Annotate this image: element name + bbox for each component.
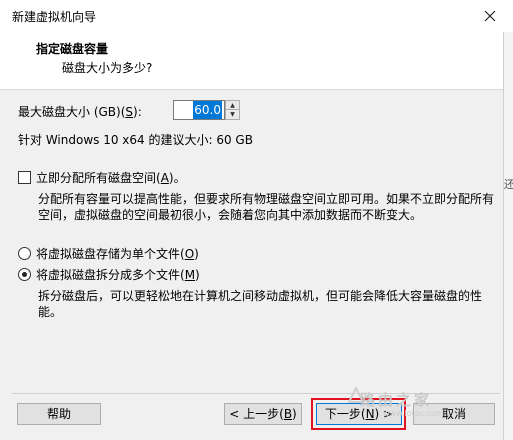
back-button[interactable]: < 上一步(B) [224, 403, 302, 425]
single-file-label: 将虚拟磁盘存储为单个文件(O) [36, 247, 199, 261]
watermark-url: www.lotpc.com [383, 409, 444, 418]
allocate-all-checkbox[interactable] [18, 171, 31, 184]
title-bar: 新建虚拟机向导 [0, 0, 513, 32]
page-title: 指定磁盘容量 [36, 42, 109, 56]
close-button[interactable] [477, 4, 503, 28]
window-title: 新建虚拟机向导 [12, 10, 97, 24]
allocate-description: 分配所有容量可以提高性能，但要求所有物理磁盘空间立即可用。如果不立即分配所有空间… [38, 192, 495, 222]
allocate-all-checkbox-row[interactable]: 立即分配所有磁盘空间(A)。 [18, 169, 186, 186]
disk-size-spinner[interactable]: ▲ ▼ [225, 100, 240, 120]
single-file-radio[interactable] [18, 247, 31, 260]
background-window-edge [503, 32, 513, 440]
allocate-all-label: 立即分配所有磁盘空间(A)。 [36, 171, 186, 185]
recommended-size-text: 针对 Windows 10 x64 的建议大小: 60 GB [18, 133, 253, 147]
page-subtitle: 磁盘大小为多少? [62, 61, 153, 75]
background-window-text: 还 [504, 178, 513, 191]
single-file-radio-row[interactable]: 将虚拟磁盘存储为单个文件(O) [18, 245, 199, 262]
disk-size-input[interactable]: 60.0 [173, 100, 225, 120]
multi-file-radio[interactable] [18, 268, 31, 281]
disk-size-value: 60.0 [193, 101, 222, 119]
split-description: 拆分磁盘后，可以更轻松地在计算机之间移动虚拟机，但可能会降低大容量磁盘的性能。 [38, 289, 483, 319]
close-icon [484, 10, 496, 22]
spin-down-icon[interactable]: ▼ [226, 110, 239, 119]
multi-file-radio-row[interactable]: 将虚拟磁盘拆分成多个文件(M) [18, 266, 200, 283]
multi-file-label: 将虚拟磁盘拆分成多个文件(M) [36, 268, 200, 282]
watermark-text: 路由之家 [360, 391, 433, 409]
disk-size-label: 最大磁盘大小 (GB)(S): [18, 105, 142, 119]
wizard-header: 指定磁盘容量 磁盘大小为多少? [0, 32, 503, 90]
help-button[interactable]: 帮助 [17, 403, 101, 425]
spin-up-icon[interactable]: ▲ [226, 101, 239, 110]
